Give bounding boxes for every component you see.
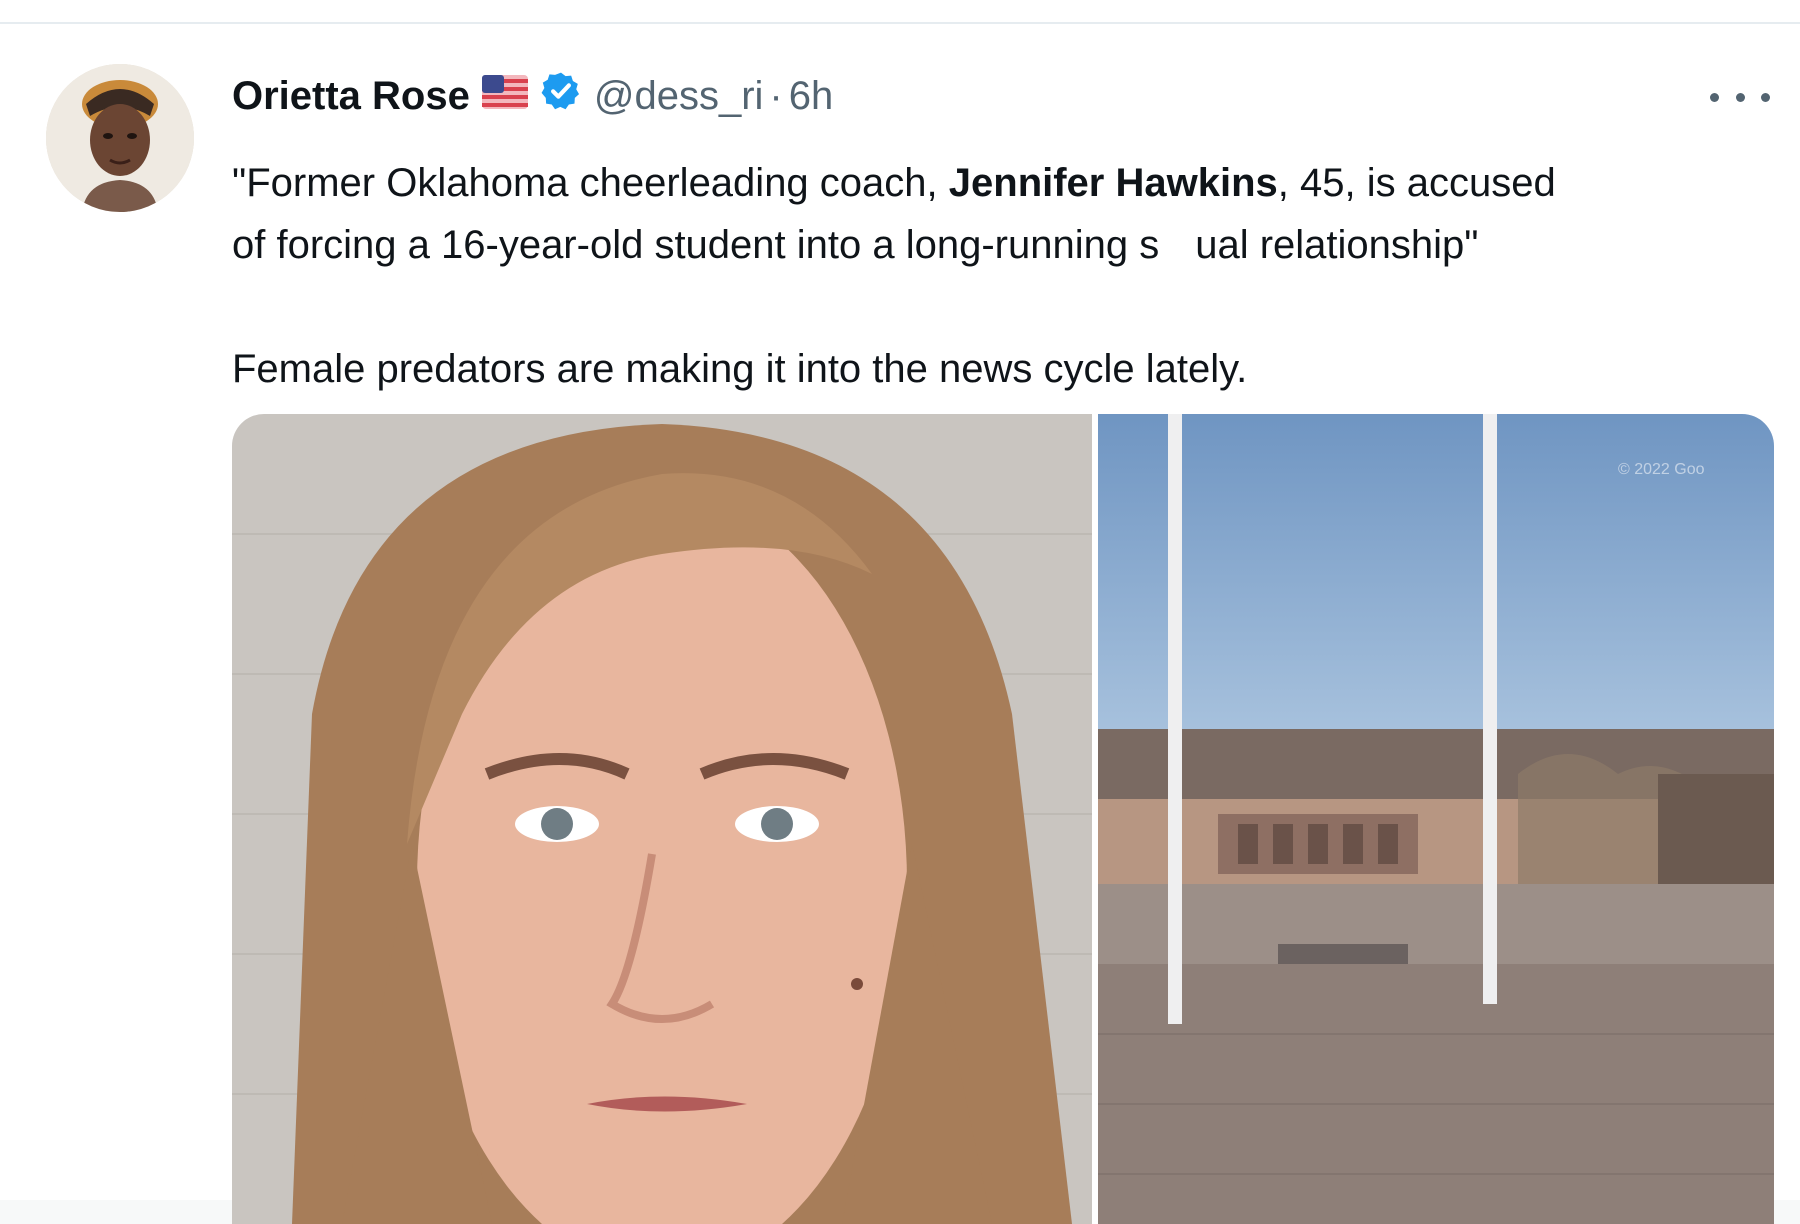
author-avatar[interactable]: [46, 64, 194, 212]
previous-tweet-edge: [0, 0, 1800, 24]
tweet-header: Orietta Rose @dess_ri · 6h: [232, 66, 833, 126]
author-name[interactable]: Orietta Rose: [232, 74, 470, 119]
tweet-timestamp[interactable]: 6h: [789, 74, 834, 119]
meta-separator: ·: [769, 73, 783, 118]
tweet-media[interactable]: © 2022 Goo: [232, 414, 1774, 1224]
tweet-card[interactable]: Orietta Rose @dess_ri · 6h "Former Oklah…: [0, 24, 1800, 1224]
school-building-photo[interactable]: © 2022 Goo: [1098, 414, 1774, 1224]
tweet-text-line-2: of forcing a 16-year-old student into a …: [232, 223, 1479, 267]
tweet-text: "Former Oklahoma cheerleading coach, Jen…: [232, 152, 1782, 400]
verified-badge-icon: [540, 70, 582, 122]
mugshot-photo[interactable]: [232, 414, 1092, 1224]
watermark-text: © 2022 Goo: [1618, 461, 1705, 478]
bold-name: Jennifer Hawkins: [948, 161, 1278, 205]
us-flag-icon: [481, 74, 528, 119]
avatar-image: [46, 64, 194, 212]
tweet-text-paragraph-2: Female predators are making it into the …: [232, 347, 1248, 391]
more-options-icon[interactable]: [1710, 82, 1770, 112]
tweet-text-line-1: "Former Oklahoma cheerleading coach, Jen…: [232, 161, 1556, 205]
author-handle[interactable]: @dess_ri: [594, 74, 764, 119]
